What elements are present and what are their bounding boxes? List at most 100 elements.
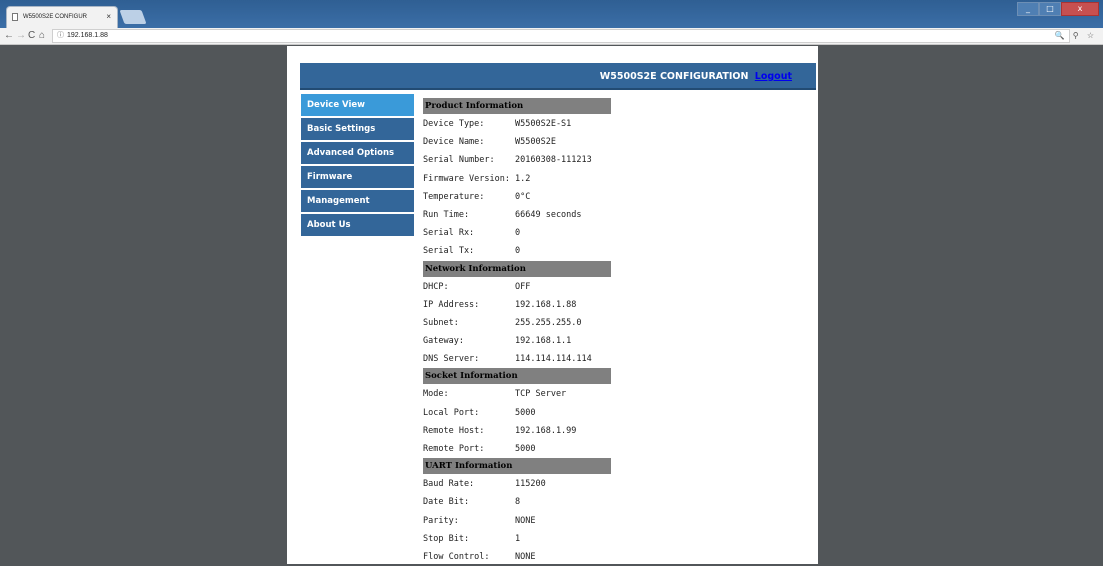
sidebar-item-management[interactable]: Management <box>301 190 414 212</box>
info-label: Device Type: <box>423 119 485 129</box>
info-label: Serial Tx: <box>423 246 475 257</box>
info-row: Run Time: 66649 seconds <box>423 206 611 224</box>
minimize-button[interactable]: _ <box>1017 2 1039 16</box>
info-value: OFF <box>515 281 531 292</box>
device-info-panel: Product Information Device Type: W5500S2E… <box>423 98 611 566</box>
page-icon <box>12 13 18 21</box>
info-row: DHCP: OFF <box>423 278 611 296</box>
info-label: Flow Control: <box>423 551 490 562</box>
info-row: Parity: NONE <box>423 512 611 530</box>
info-row: Serial Tx: 0 <box>423 242 611 260</box>
browser-tab[interactable]: W5500S2E CONFIGUR × <box>6 6 118 28</box>
info-label: Baud Rate: <box>423 479 475 490</box>
info-row: Subnet: 255.255.255.0 <box>423 314 611 332</box>
info-value: NONE <box>515 551 536 562</box>
info-value: 1.2 <box>515 173 531 184</box>
sidebar-nav: Device View Basic Settings Advanced Opti… <box>301 94 414 238</box>
info-value: 115200 <box>515 479 546 490</box>
close-window-button[interactable]: x <box>1061 2 1099 16</box>
info-value: 192.168.1.88 <box>515 299 577 310</box>
logout-link[interactable]: Logout <box>755 71 792 82</box>
info-row: Device Name: W5500S2E <box>423 133 611 151</box>
toolbar-actions-icons[interactable]: 🔍 ⚲ ☆ <box>1055 29 1097 43</box>
section-header-uart: UART Information <box>423 458 611 475</box>
maximize-button[interactable]: □ <box>1039 2 1061 16</box>
info-value: 1 <box>515 533 521 544</box>
tab-title: W5500S2E CONFIGUR <box>23 14 88 20</box>
info-row: Flow Control: NONE <box>423 548 611 566</box>
info-row: Gateway: 192.168.1.1 <box>423 332 611 350</box>
info-row: Remote Host: 192.168.1.99 <box>423 422 611 440</box>
section-header-network: Network Information <box>423 260 611 277</box>
reload-icon[interactable]: C <box>28 29 35 43</box>
forward-arrow-icon[interactable]: → <box>16 29 26 43</box>
tab-close-icon[interactable]: × <box>106 7 111 27</box>
info-label: Local Port: <box>423 407 480 418</box>
back-arrow-icon[interactable]: ← <box>4 29 14 43</box>
info-value: 0 <box>515 228 521 239</box>
info-label: Mode: <box>423 389 449 400</box>
info-label: IP Address: <box>423 299 480 310</box>
info-row: Firmware Version: 1.2 <box>423 170 611 188</box>
new-tab-button[interactable] <box>119 10 147 24</box>
info-row: Remote Port: 5000 <box>423 440 611 458</box>
info-row: Temperature: 0°C <box>423 188 611 206</box>
info-value: TCP Server <box>515 389 567 400</box>
info-value: 114.114.114.114 <box>515 354 592 365</box>
info-label: Device Name: <box>423 137 485 148</box>
info-value: 255.255.255.0 <box>515 317 582 328</box>
sidebar-item-device-view[interactable]: Device View <box>301 94 414 116</box>
address-bar[interactable]: ⓘ 192.168.1.88 <box>52 29 1070 43</box>
info-label: Serial Rx: <box>423 228 475 239</box>
sidebar-item-about-us[interactable]: About Us <box>301 214 414 236</box>
info-icon[interactable]: ⓘ <box>57 32 64 39</box>
section-header-product: Product Information <box>423 98 611 114</box>
info-label: Date Bit: <box>423 497 470 508</box>
sidebar-item-firmware[interactable]: Firmware <box>301 166 414 188</box>
info-label: Remote Port: <box>423 444 485 454</box>
info-label: Run Time: <box>423 209 470 220</box>
info-value: 8 <box>515 497 521 508</box>
info-row: Baud Rate: 115200 <box>423 475 611 493</box>
info-label: Temperature: <box>423 191 485 202</box>
url-text: 192.168.1.88 <box>67 32 108 39</box>
info-row: Serial Number: 20160308-111213 <box>423 151 611 169</box>
info-value: 5000 <box>515 407 536 418</box>
info-value: 66649 seconds <box>515 209 582 220</box>
info-label: Parity: <box>423 515 459 526</box>
info-row: Local Port: 5000 <box>423 404 611 422</box>
config-page: W5500S2E CONFIGURATION Logout Device Vie… <box>287 46 818 564</box>
info-value: NONE <box>515 515 536 526</box>
info-label: Subnet: <box>423 317 459 328</box>
info-row: DNS Server: 114.114.114.114 <box>423 350 611 368</box>
info-label: Remote Host: <box>423 425 485 436</box>
info-value: W5500S2E <box>515 137 556 148</box>
info-label: Stop Bit: <box>423 533 470 544</box>
window-controls: _ □ x <box>1017 2 1099 16</box>
info-value: 0 <box>515 246 521 257</box>
sidebar-item-basic-settings[interactable]: Basic Settings <box>301 118 414 140</box>
page-header: W5500S2E CONFIGURATION Logout <box>300 63 816 90</box>
info-row: Mode: TCP Server <box>423 385 611 403</box>
info-label: DHCP: <box>423 281 449 292</box>
info-label: Firmware Version: <box>423 173 510 184</box>
sidebar-item-advanced-options[interactable]: Advanced Options <box>301 142 414 164</box>
info-label: DNS Server: <box>423 354 480 365</box>
browser-toolbar: ← → C ⌂ ⓘ 192.168.1.88 🔍 ⚲ ☆ <box>0 28 1103 45</box>
info-row: Device Type: W5500S2E-S1 <box>423 115 611 133</box>
info-value: 0°C <box>515 191 531 202</box>
info-row: IP Address: 192.168.1.88 <box>423 296 611 314</box>
info-value: 20160308-111213 <box>515 155 592 166</box>
info-label: Serial Number: <box>423 155 495 166</box>
home-icon[interactable]: ⌂ <box>39 29 45 43</box>
info-value: 192.168.1.1 <box>515 336 572 347</box>
info-value: 5000 <box>515 444 536 454</box>
info-value: W5500S2E-S1 <box>515 119 572 129</box>
info-row: Serial Rx: 0 <box>423 224 611 242</box>
section-header-socket: Socket Information <box>423 368 611 385</box>
browser-titlebar: W5500S2E CONFIGUR × _ □ x <box>0 0 1103 28</box>
info-row: Stop Bit: 1 <box>423 530 611 548</box>
info-value: 192.168.1.99 <box>515 425 577 436</box>
info-row: Date Bit: 8 <box>423 493 611 511</box>
page-title: W5500S2E CONFIGURATION <box>599 71 749 82</box>
